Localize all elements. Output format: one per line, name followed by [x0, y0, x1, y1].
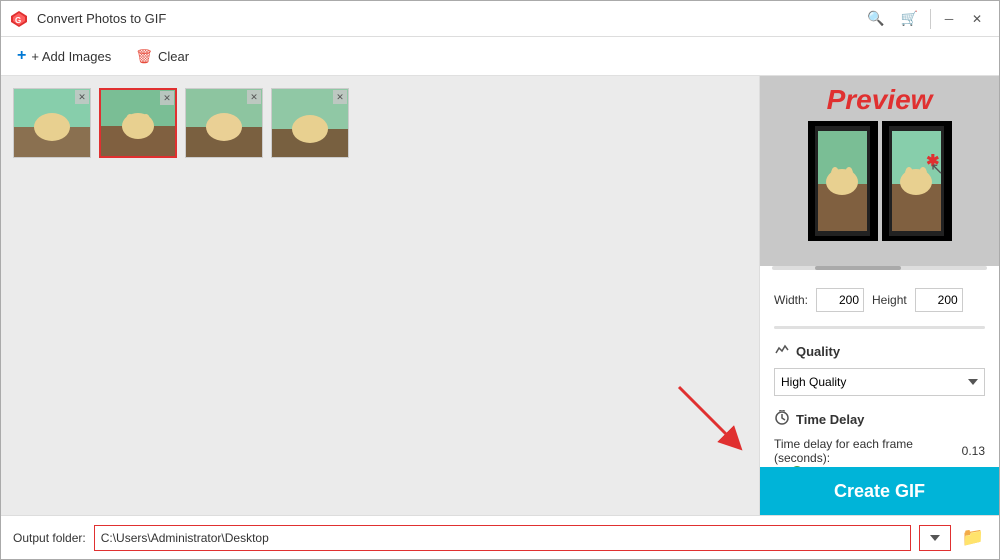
- image-thumbnails: ✕ ✕: [9, 84, 751, 162]
- bottom-bar: Output folder: 📁: [1, 515, 999, 559]
- preview-scrollbar-thumb: [815, 266, 901, 270]
- main-area: ✕ ✕: [1, 76, 999, 515]
- add-icon: +: [17, 47, 26, 65]
- thumb-close-4[interactable]: ✕: [333, 90, 347, 104]
- output-path-input[interactable]: [94, 525, 911, 551]
- thumbnail-3[interactable]: ✕: [185, 88, 263, 158]
- create-gif-button[interactable]: Create GIF: [760, 467, 999, 515]
- preview-cursor: ↖: [930, 159, 943, 179]
- output-dropdown-button[interactable]: [919, 525, 951, 551]
- app-icon: G: [9, 9, 29, 29]
- preview-film-strip: ✱ ↖: [808, 121, 952, 241]
- toolbar: + + Add Images 🗑 Clear: [1, 37, 999, 76]
- minimize-button[interactable]: ─: [935, 8, 963, 30]
- clear-label: Clear: [158, 49, 189, 64]
- add-images-label: + Add Images: [31, 49, 111, 64]
- arrow-annotation: [669, 377, 749, 460]
- time-delay-icon: [774, 410, 790, 429]
- thumbnail-4[interactable]: ✕: [271, 88, 349, 158]
- clear-button[interactable]: 🗑 Clear: [131, 46, 193, 67]
- left-panel: ✕ ✕: [1, 76, 759, 515]
- thumbnail-1[interactable]: ✕: [13, 88, 91, 158]
- thumb-close-2[interactable]: ✕: [160, 91, 174, 105]
- quality-section-header: Quality: [774, 343, 985, 360]
- height-label: Height: [872, 293, 907, 307]
- output-label: Output folder:: [13, 531, 86, 545]
- quality-select[interactable]: High Quality Medium Quality Low Quality: [774, 368, 985, 396]
- divider: [930, 9, 931, 29]
- thumb-close-1[interactable]: ✕: [75, 90, 89, 104]
- preview-label: Preview: [827, 84, 933, 116]
- app-window: G Convert Photos to GIF 🔍 🛒 ─ ✕ + + Add …: [0, 0, 1000, 560]
- add-images-button[interactable]: + + Add Images: [13, 45, 115, 67]
- trash-icon: 🗑: [135, 48, 153, 65]
- time-delay-title: Time Delay: [796, 412, 864, 427]
- preview-frame-2: ✱ ↖: [882, 121, 952, 241]
- dimensions-row: Width: Height: [774, 288, 985, 312]
- quality-icon: [774, 343, 790, 360]
- title-bar: G Convert Photos to GIF 🔍 🛒 ─ ✕: [1, 1, 999, 37]
- cart-icon[interactable]: 🛒: [901, 10, 918, 27]
- width-input[interactable]: [816, 288, 864, 312]
- time-delay-label-row: Time delay for each frame (seconds): 0.1…: [774, 437, 985, 465]
- time-delay-section-header: Time Delay: [774, 410, 985, 429]
- thumbnail-2[interactable]: ✕: [99, 88, 177, 158]
- time-delay-text: Time delay for each frame (seconds):: [774, 437, 958, 465]
- slider-bar: [774, 326, 985, 329]
- search-icon[interactable]: 🔍: [867, 10, 884, 27]
- preview-scrollbar[interactable]: [772, 266, 987, 270]
- preview-frame-1: [808, 121, 878, 241]
- browse-folder-button[interactable]: 📁: [959, 525, 987, 551]
- thumb-close-3[interactable]: ✕: [247, 90, 261, 104]
- window-title: Convert Photos to GIF: [37, 11, 859, 26]
- width-label: Width:: [774, 293, 808, 307]
- settings-area: Width: Height Quality: [760, 278, 999, 467]
- right-panel: Preview: [759, 76, 999, 515]
- time-delay-value: 0.13: [962, 444, 985, 458]
- close-button[interactable]: ✕: [963, 8, 991, 30]
- quality-title: Quality: [796, 344, 840, 359]
- height-input[interactable]: [915, 288, 963, 312]
- svg-text:G: G: [15, 16, 21, 25]
- preview-area: Preview: [760, 76, 999, 266]
